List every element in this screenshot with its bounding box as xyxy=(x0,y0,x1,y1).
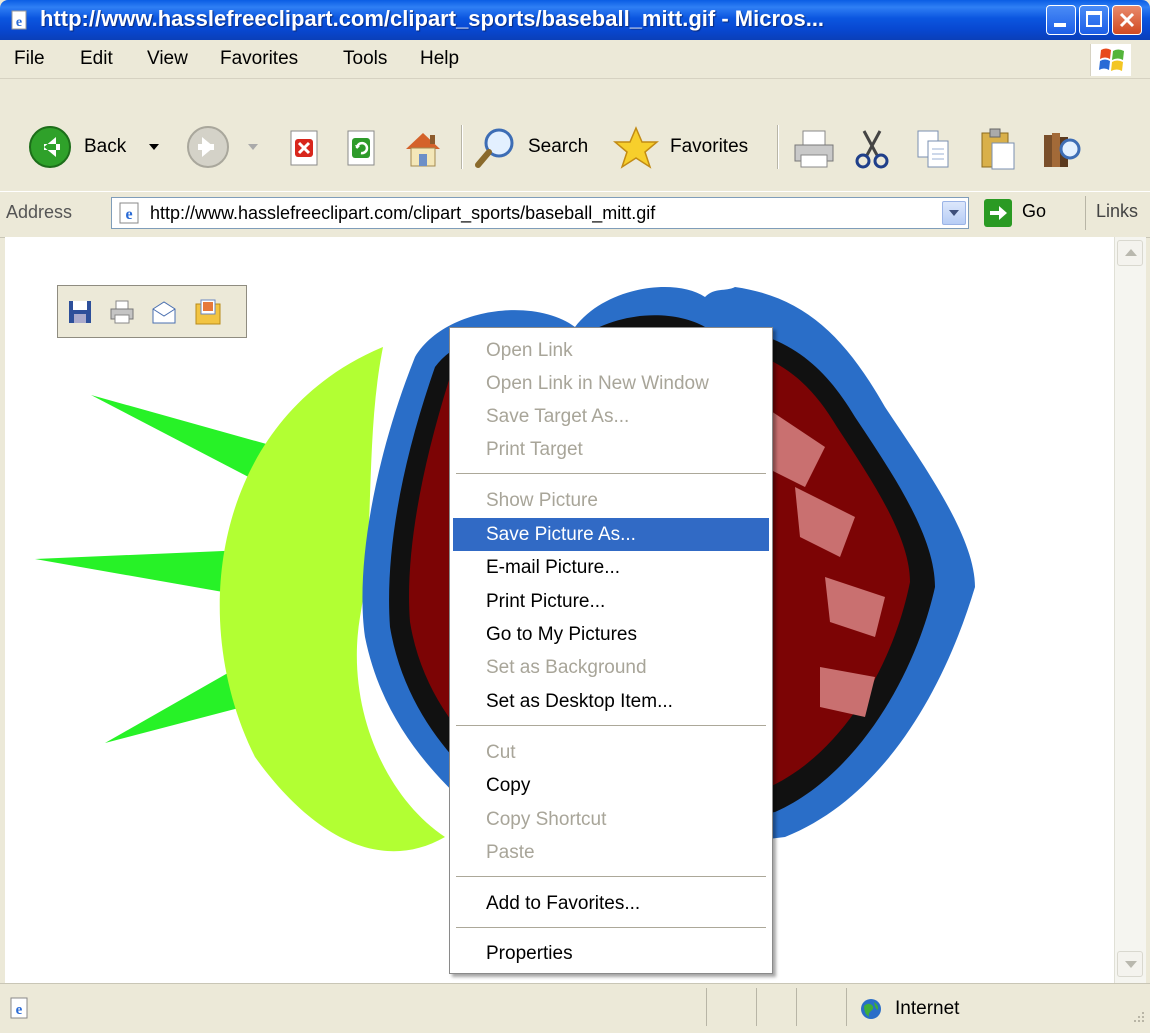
ctx-copy-shortcut[interactable]: Copy Shortcut xyxy=(453,803,769,836)
address-bar: Address e http://www.hasslefreeclipart.c… xyxy=(0,191,1150,238)
svg-text:e: e xyxy=(125,206,132,223)
ie-page-icon: e xyxy=(119,202,139,224)
status-pane xyxy=(756,988,757,1026)
close-button[interactable] xyxy=(1112,5,1142,35)
chevron-up-icon xyxy=(1125,249,1137,256)
menu-edit[interactable]: Edit xyxy=(80,48,113,70)
go-button[interactable] xyxy=(984,199,1012,227)
chevron-down-icon xyxy=(1125,961,1137,968)
address-url: http://www.hasslefreeclipart.com/clipart… xyxy=(150,203,656,223)
favorites-label: Favorites xyxy=(670,136,749,157)
forward-button[interactable] xyxy=(186,125,266,169)
address-separator xyxy=(1085,196,1086,230)
vertical-scrollbar[interactable] xyxy=(1114,237,1146,983)
copy-icon[interactable] xyxy=(914,127,954,171)
ctx-cut[interactable]: Cut xyxy=(453,736,769,769)
back-dropdown-icon[interactable] xyxy=(149,144,159,150)
ctx-open-link[interactable]: Open Link xyxy=(453,334,769,367)
status-pane xyxy=(846,988,847,1026)
email-icon[interactable] xyxy=(151,299,177,325)
ctx-add-to-favorites[interactable]: Add to Favorites... xyxy=(453,887,769,920)
ctx-save-picture-as[interactable]: Save Picture As... xyxy=(453,518,769,551)
print-icon[interactable] xyxy=(109,299,135,325)
svg-text:e: e xyxy=(16,1002,23,1018)
favorites-button[interactable]: Favorites xyxy=(613,125,763,169)
ctx-print-target[interactable]: Print Target xyxy=(453,433,769,466)
menu-view[interactable]: View xyxy=(147,48,188,70)
scroll-down-button[interactable] xyxy=(1117,951,1143,977)
home-icon[interactable] xyxy=(400,127,446,171)
stop-icon[interactable] xyxy=(287,129,323,169)
menu-help[interactable]: Help xyxy=(420,48,459,70)
back-button[interactable]: Back xyxy=(28,125,178,169)
ctx-print-picture[interactable]: Print Picture... xyxy=(453,585,769,618)
globe-icon xyxy=(861,999,881,1019)
toolbar-separator xyxy=(461,125,462,169)
favorites-star-icon xyxy=(613,126,659,169)
maximize-icon xyxy=(1086,11,1102,27)
search-icon xyxy=(475,128,514,168)
go-arrow-icon xyxy=(990,206,1007,220)
forward-arrow-icon xyxy=(187,126,229,168)
menu-tools[interactable]: Tools xyxy=(343,48,387,70)
minimize-icon xyxy=(1054,23,1066,27)
menu-separator xyxy=(456,876,766,878)
menu-file[interactable]: File xyxy=(14,48,45,70)
ctx-set-as-background[interactable]: Set as Background xyxy=(453,651,769,684)
chevron-down-icon xyxy=(949,210,959,216)
refresh-icon[interactable] xyxy=(344,129,380,169)
title-bar[interactable]: e http://www.hasslefreeclipart.com/clipa… xyxy=(0,0,1150,40)
windows-logo xyxy=(1090,44,1131,76)
ctx-open-link-new-window[interactable]: Open Link in New Window xyxy=(453,367,769,400)
ie-page-icon: e xyxy=(11,10,27,30)
toolbar-separator xyxy=(777,125,778,169)
search-button[interactable]: Search xyxy=(474,125,596,169)
status-bar: e Internet xyxy=(0,983,1150,1033)
ctx-save-target-as[interactable]: Save Target As... xyxy=(453,400,769,433)
ctx-go-to-my-pictures[interactable]: Go to My Pictures xyxy=(453,618,769,651)
ctx-paste[interactable]: Paste xyxy=(453,836,769,869)
svg-text:e: e xyxy=(16,15,22,30)
close-icon xyxy=(1119,12,1135,28)
ctx-show-picture[interactable]: Show Picture xyxy=(453,484,769,517)
security-zone-label: Internet xyxy=(895,998,960,1019)
back-label: Back xyxy=(84,136,127,157)
ctx-copy[interactable]: Copy xyxy=(453,769,769,802)
address-dropdown-button[interactable] xyxy=(942,201,966,225)
print-icon[interactable] xyxy=(791,127,837,171)
resize-grip-icon[interactable] xyxy=(1128,1010,1146,1028)
menu-separator xyxy=(456,473,766,475)
address-label: Address xyxy=(6,202,73,222)
window-title: http://www.hasslefreeclipart.com/clipart… xyxy=(40,6,825,31)
image-toolbar xyxy=(57,285,247,338)
go-label[interactable]: Go xyxy=(1022,201,1046,222)
research-icon[interactable] xyxy=(1040,127,1084,171)
ie-page-icon: e xyxy=(10,997,28,1019)
back-arrow-icon xyxy=(29,126,71,168)
menu-separator xyxy=(456,927,766,929)
menu-favorites[interactable]: Favorites xyxy=(220,48,298,70)
menu-separator xyxy=(456,725,766,727)
cut-icon[interactable] xyxy=(852,127,892,171)
links-button[interactable]: Links xyxy=(1096,201,1138,222)
windows-flag-icon xyxy=(1099,48,1124,71)
forward-dropdown-icon[interactable] xyxy=(248,144,258,150)
scroll-up-button[interactable] xyxy=(1117,240,1143,266)
standard-toolbar: Back Search Favorites xyxy=(0,79,1150,191)
my-pictures-icon[interactable] xyxy=(194,298,222,326)
ctx-set-as-desktop-item[interactable]: Set as Desktop Item... xyxy=(453,685,769,718)
paste-icon[interactable] xyxy=(978,127,1018,171)
minimize-button[interactable] xyxy=(1046,5,1076,35)
status-pane xyxy=(796,988,797,1026)
ctx-properties[interactable]: Properties xyxy=(453,937,769,970)
save-icon[interactable] xyxy=(67,299,93,325)
context-menu: Open Link Open Link in New Window Save T… xyxy=(449,327,773,974)
maximize-button[interactable] xyxy=(1079,5,1109,35)
search-label: Search xyxy=(528,136,589,157)
ctx-email-picture[interactable]: E-mail Picture... xyxy=(453,551,769,584)
status-pane xyxy=(706,988,707,1026)
address-input[interactable]: e http://www.hasslefreeclipart.com/clipa… xyxy=(111,197,969,229)
menu-bar: File Edit View Favorites Tools Help xyxy=(0,40,1150,79)
